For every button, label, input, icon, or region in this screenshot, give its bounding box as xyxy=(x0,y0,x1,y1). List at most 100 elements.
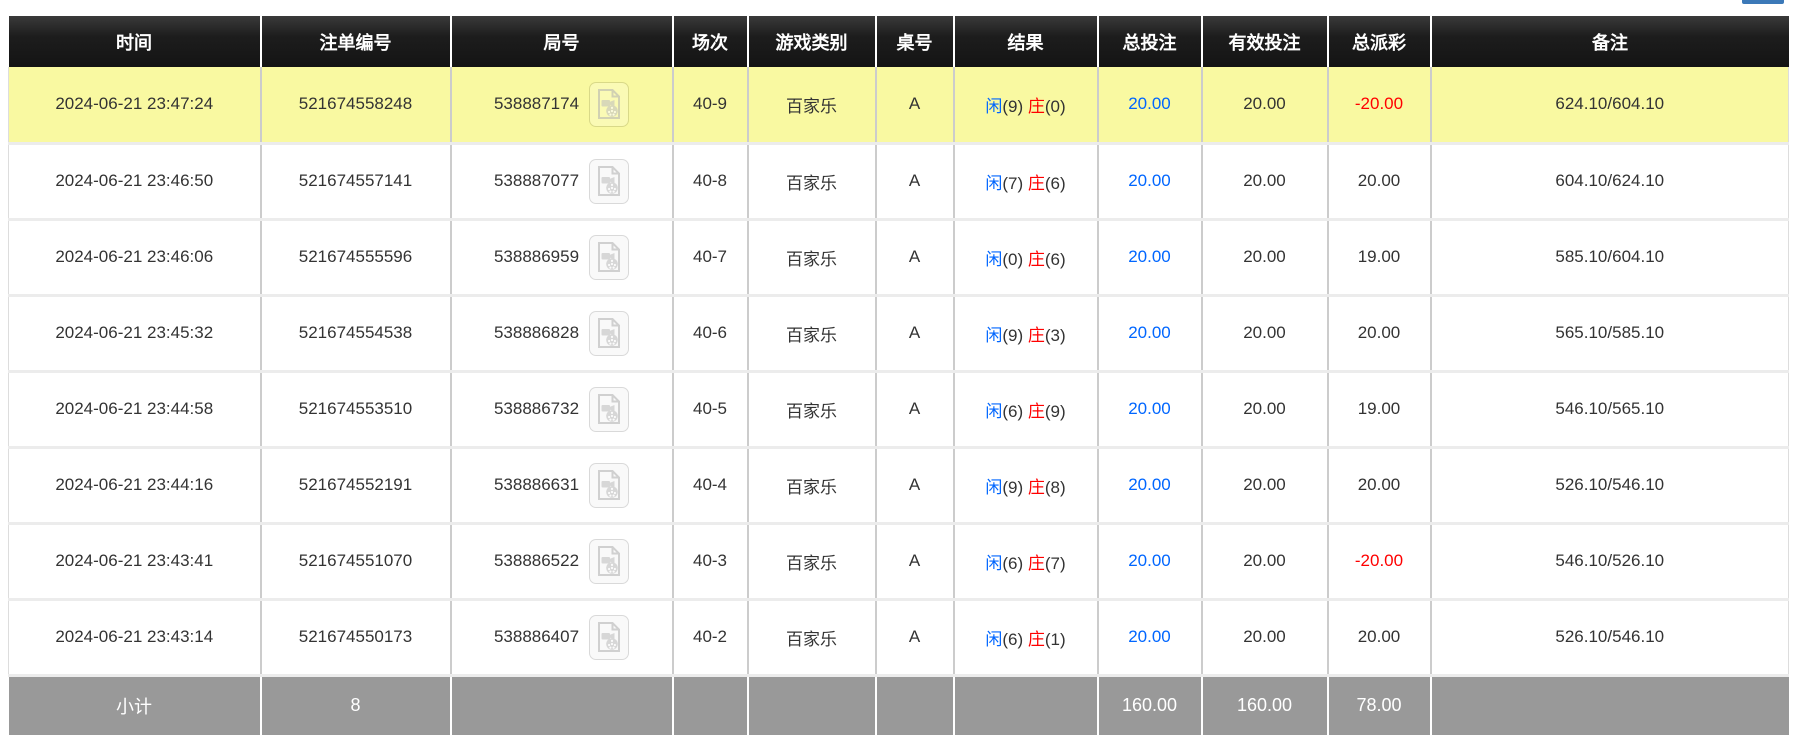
cell-remark: 604.10/624.10 xyxy=(1431,143,1789,219)
cell-total-bet: 20.00 xyxy=(1098,219,1202,295)
cell-valid-bet: 20.00 xyxy=(1202,219,1328,295)
cell-time: 2024-06-21 23:44:16 xyxy=(9,447,261,523)
result-banker-score: (6) xyxy=(1045,174,1066,193)
subtotal-session-blank xyxy=(673,675,748,735)
video-replay-button[interactable] xyxy=(589,387,629,432)
cell-time: 2024-06-21 23:45:32 xyxy=(9,295,261,371)
cell-total-payout: 20.00 xyxy=(1328,143,1431,219)
table-row: 2024-06-21 23:44:16 521674552191 5388866… xyxy=(9,447,1789,523)
table-row: 2024-06-21 23:47:24 521674558248 5388871… xyxy=(9,67,1789,143)
result-player-score: (6) xyxy=(1002,630,1023,649)
result-banker-score: (3) xyxy=(1045,326,1066,345)
video-replay-icon xyxy=(596,318,622,348)
cell-game-type: 百家乐 xyxy=(748,447,876,523)
round-id-text: 538887174 xyxy=(494,94,579,114)
video-replay-button[interactable] xyxy=(589,311,629,356)
cell-game-type: 百家乐 xyxy=(748,371,876,447)
subtotal-total-bet: 160.00 xyxy=(1098,675,1202,735)
cell-time: 2024-06-21 23:46:50 xyxy=(9,143,261,219)
cell-table-id: A xyxy=(876,143,954,219)
cell-session: 40-6 xyxy=(673,295,748,371)
cell-total-bet: 20.00 xyxy=(1098,371,1202,447)
cell-round-id: 538887174 xyxy=(451,67,673,143)
cell-time: 2024-06-21 23:46:06 xyxy=(9,219,261,295)
cell-table-id: A xyxy=(876,219,954,295)
cell-bet-id: 521674554538 xyxy=(261,295,451,371)
video-replay-button[interactable] xyxy=(589,159,629,204)
cell-result: 闲(6) 庄(9) xyxy=(954,371,1098,447)
cell-valid-bet: 20.00 xyxy=(1202,599,1328,675)
result-banker-score: (9) xyxy=(1045,402,1066,421)
video-replay-button[interactable] xyxy=(589,82,629,127)
cell-bet-id: 521674555596 xyxy=(261,219,451,295)
result-player-score: (6) xyxy=(1002,402,1023,421)
subtotal-total-payout: 78.00 xyxy=(1328,675,1431,735)
cell-table-id: A xyxy=(876,295,954,371)
video-replay-icon xyxy=(596,166,622,196)
video-replay-button[interactable] xyxy=(589,235,629,280)
cell-valid-bet: 20.00 xyxy=(1202,67,1328,143)
result-banker-label: 庄 xyxy=(1028,97,1045,116)
cell-round-id: 538886732 xyxy=(451,371,673,447)
cell-game-type: 百家乐 xyxy=(748,219,876,295)
video-replay-icon xyxy=(596,546,622,576)
video-replay-button[interactable] xyxy=(589,539,629,584)
result-banker-label: 庄 xyxy=(1028,250,1045,269)
cell-valid-bet: 20.00 xyxy=(1202,371,1328,447)
cell-total-bet: 20.00 xyxy=(1098,599,1202,675)
cell-result: 闲(6) 庄(7) xyxy=(954,523,1098,599)
cell-round-id: 538886522 xyxy=(451,523,673,599)
cell-result: 闲(7) 庄(6) xyxy=(954,143,1098,219)
video-replay-icon xyxy=(596,89,622,119)
cell-session: 40-7 xyxy=(673,219,748,295)
header-time: 时间 xyxy=(9,16,261,67)
partial-top-button[interactable] xyxy=(1742,0,1784,4)
result-banker-score: (0) xyxy=(1045,97,1066,116)
cell-session: 40-3 xyxy=(673,523,748,599)
cell-valid-bet: 20.00 xyxy=(1202,523,1328,599)
cell-result: 闲(9) 庄(3) xyxy=(954,295,1098,371)
video-replay-button[interactable] xyxy=(589,615,629,660)
cell-remark: 526.10/546.10 xyxy=(1431,447,1789,523)
cell-bet-id: 521674558248 xyxy=(261,67,451,143)
cell-remark: 585.10/604.10 xyxy=(1431,219,1789,295)
header-total-payout: 总派彩 xyxy=(1328,16,1431,67)
header-result: 结果 xyxy=(954,16,1098,67)
cell-remark: 565.10/585.10 xyxy=(1431,295,1789,371)
round-id-text: 538886959 xyxy=(494,247,579,267)
table-row: 2024-06-21 23:46:50 521674557141 5388870… xyxy=(9,143,1789,219)
header-remark: 备注 xyxy=(1431,16,1789,67)
cell-game-type: 百家乐 xyxy=(748,143,876,219)
result-banker-label: 庄 xyxy=(1028,478,1045,497)
cell-table-id: A xyxy=(876,67,954,143)
cell-result: 闲(9) 庄(0) xyxy=(954,67,1098,143)
table-row: 2024-06-21 23:45:32 521674554538 5388868… xyxy=(9,295,1789,371)
cell-time: 2024-06-21 23:44:58 xyxy=(9,371,261,447)
result-player-label: 闲 xyxy=(985,97,1002,116)
cell-total-bet: 20.00 xyxy=(1098,523,1202,599)
result-player-score: (0) xyxy=(1002,250,1023,269)
result-player-label: 闲 xyxy=(985,402,1002,421)
result-player-label: 闲 xyxy=(985,478,1002,497)
cell-game-type: 百家乐 xyxy=(748,523,876,599)
cell-total-payout: 20.00 xyxy=(1328,447,1431,523)
betting-records-table: 时间 注单编号 局号 场次 游戏类别 桌号 结果 总投注 有效投注 总派彩 备注… xyxy=(8,16,1789,735)
subtotal-round-blank xyxy=(451,675,673,735)
cell-round-id: 538886631 xyxy=(451,447,673,523)
subtotal-game-type-blank xyxy=(748,675,876,735)
round-id-text: 538886407 xyxy=(494,627,579,647)
result-banker-label: 庄 xyxy=(1028,402,1045,421)
subtotal-row: 小计 8 160.00 160.00 78.00 xyxy=(9,675,1789,735)
video-replay-icon xyxy=(596,622,622,652)
cell-remark: 546.10/565.10 xyxy=(1431,371,1789,447)
round-id-text: 538886732 xyxy=(494,399,579,419)
result-player-label: 闲 xyxy=(985,326,1002,345)
table-header-row: 时间 注单编号 局号 场次 游戏类别 桌号 结果 总投注 有效投注 总派彩 备注 xyxy=(9,16,1789,67)
video-replay-button[interactable] xyxy=(589,463,629,508)
header-total-bet: 总投注 xyxy=(1098,16,1202,67)
cell-bet-id: 521674553510 xyxy=(261,371,451,447)
cell-total-payout: -20.00 xyxy=(1328,523,1431,599)
header-round-id: 局号 xyxy=(451,16,673,67)
cell-round-id: 538886407 xyxy=(451,599,673,675)
cell-remark: 624.10/604.10 xyxy=(1431,67,1789,143)
